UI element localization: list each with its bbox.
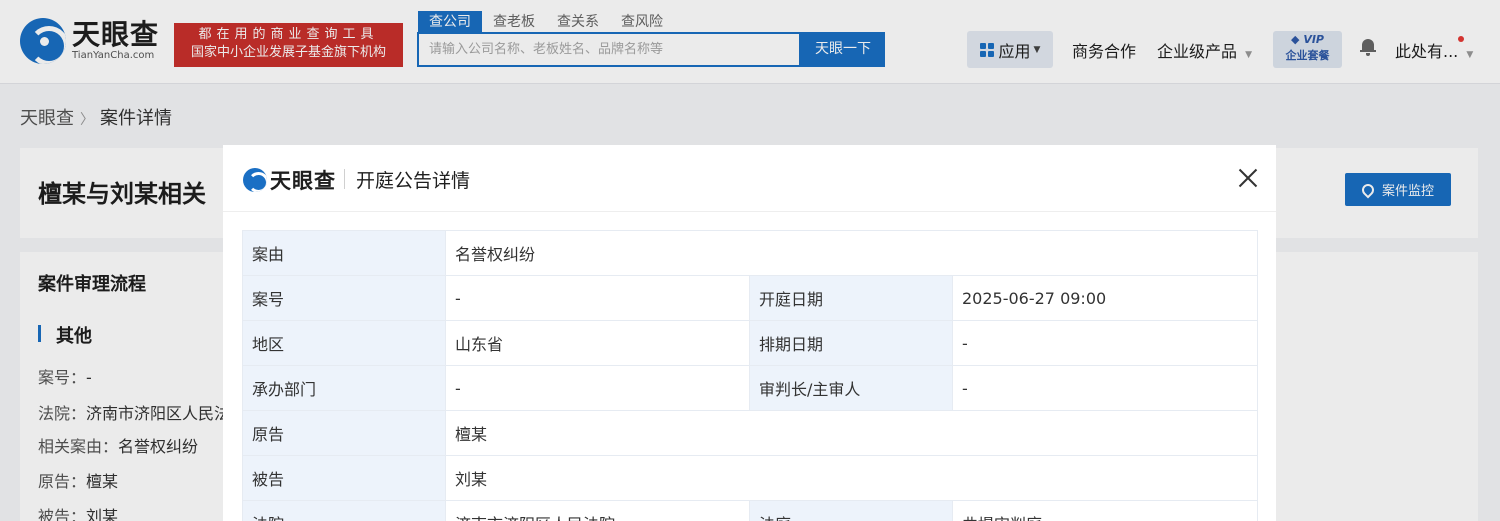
value-region: 山东省: [445, 320, 750, 366]
value-department: -: [445, 365, 750, 411]
value-presiding-judge: -: [951, 365, 1259, 411]
label-defendant: 被告: [242, 455, 446, 501]
tianyancha-logo-icon: [243, 168, 267, 192]
label-courtroom: 法庭: [749, 500, 953, 521]
value-defendant[interactable]: 刘某: [444, 455, 1259, 501]
label-department: 承办部门: [242, 365, 446, 411]
label-case-number: 案号: [242, 275, 446, 321]
modal-logo: 天眼查: [243, 165, 336, 195]
divider: [344, 169, 345, 189]
value-courtroom: 曲堤审判庭: [951, 500, 1259, 521]
table-row: 法院 济南市济阳区人民法院 法庭 曲堤审判庭: [242, 500, 1259, 521]
value-plaintiff[interactable]: 檀某: [444, 410, 1259, 456]
label-plaintiff: 原告: [242, 410, 446, 456]
hearing-notice-modal: 天眼查 开庭公告详情 案由 名誉权纠纷 案号 - 开庭日期 2025-06-27…: [223, 145, 1276, 521]
table-row: 案号 - 开庭日期 2025-06-27 09:00: [242, 275, 1259, 321]
modal-header: 天眼查 开庭公告详情: [223, 145, 1276, 212]
label-region: 地区: [242, 320, 446, 366]
detail-table: 案由 名誉权纠纷 案号 - 开庭日期 2025-06-27 09:00 地区 山…: [242, 230, 1259, 521]
table-row: 原告 檀某: [242, 410, 1259, 456]
table-row: 被告 刘某: [242, 455, 1259, 501]
label-hearing-date: 开庭日期: [749, 275, 953, 321]
value-case-number: -: [445, 275, 750, 321]
close-icon[interactable]: [1237, 167, 1259, 189]
label-schedule-date: 排期日期: [749, 320, 953, 366]
table-row: 案由 名誉权纠纷: [242, 230, 1259, 276]
table-row: 地区 山东省 排期日期 -: [242, 320, 1259, 366]
value-cause: 名誉权纠纷: [444, 230, 1259, 276]
modal-logo-text: 天眼查: [270, 169, 336, 193]
label-court: 法院: [242, 500, 446, 521]
modal-title: 开庭公告详情: [356, 170, 471, 192]
value-schedule-date: -: [951, 320, 1259, 366]
value-hearing-date: 2025-06-27 09:00: [951, 275, 1259, 321]
table-row: 承办部门 - 审判长/主审人 -: [242, 365, 1259, 411]
label-presiding-judge: 审判长/主审人: [749, 365, 953, 411]
value-court[interactable]: 济南市济阳区人民法院: [445, 500, 750, 521]
label-cause: 案由: [242, 230, 446, 276]
